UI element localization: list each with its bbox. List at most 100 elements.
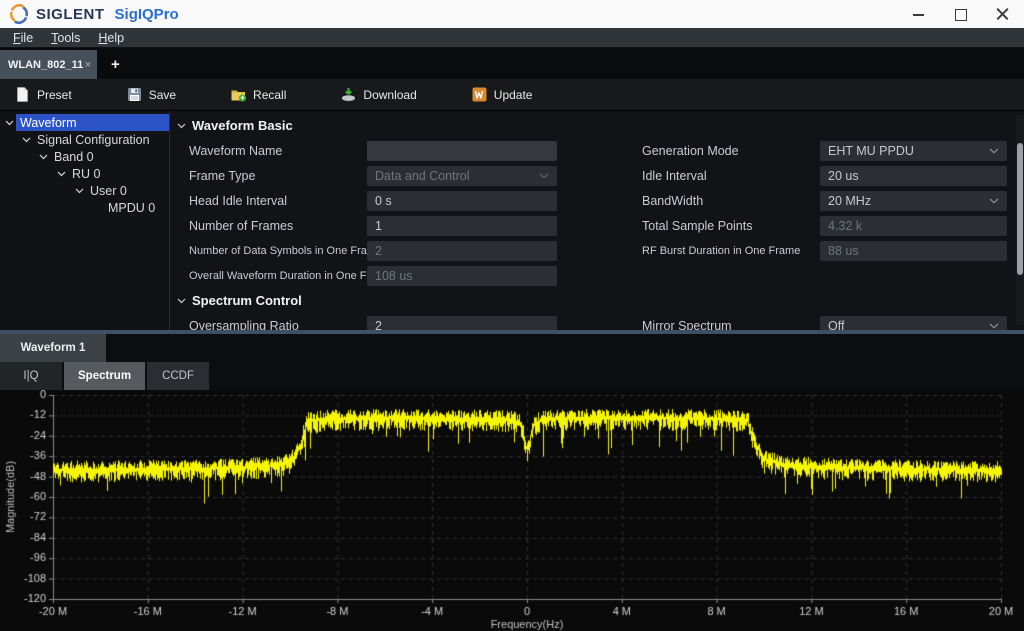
close-button[interactable] xyxy=(996,7,1010,21)
save-label: Save xyxy=(149,88,176,102)
preset-label: Preset xyxy=(37,88,72,102)
section-waveform-basic[interactable]: Waveform Basic xyxy=(170,112,1007,140)
chevron-down-icon[interactable] xyxy=(54,167,68,181)
total-sample-points-label: Total Sample Points xyxy=(557,219,820,233)
frame-type-label: Frame Type xyxy=(170,169,367,183)
chevron-down-icon[interactable] xyxy=(72,184,86,198)
generation-mode-label: Generation Mode xyxy=(557,144,820,158)
waveform-name-input[interactable] xyxy=(367,141,557,161)
tree-item-user-0[interactable]: User 0 xyxy=(0,182,169,199)
bandwidth-label: BandWidth xyxy=(557,194,820,208)
recall-button[interactable]: Recall xyxy=(220,82,296,107)
menu-bar: File Tools Help xyxy=(0,28,1024,48)
tree-item-ru-0[interactable]: RU 0 xyxy=(0,165,169,182)
rf-burst-label: RF Burst Duration in One Frame xyxy=(557,245,820,257)
toolbar: Preset Save Recall xyxy=(0,79,1024,111)
tree-item-signal-configuration[interactable]: Signal Configuration xyxy=(0,131,169,148)
mirror-spectrum-label: Mirror Spectrum xyxy=(557,319,820,331)
rf-burst-input xyxy=(820,241,1007,261)
tree-label: RU 0 xyxy=(72,167,100,181)
frame-type-select: Data and Control xyxy=(367,166,557,186)
selected-value: Off xyxy=(828,319,844,331)
chevron-down-icon xyxy=(539,173,549,179)
waveform-name-label: Waveform Name xyxy=(170,144,367,158)
recall-label: Recall xyxy=(253,88,286,102)
chevron-down-icon xyxy=(177,298,186,304)
siglent-logo-icon xyxy=(8,3,30,25)
brand-text: SIGLENT xyxy=(36,6,105,23)
idle-interval-label: Idle Interval xyxy=(557,169,820,183)
title-bar: SIGLENT SigIQPro xyxy=(0,0,1024,28)
spectrum-canvas[interactable] xyxy=(0,390,1024,630)
chevron-down-icon[interactable] xyxy=(36,150,50,164)
overall-duration-input xyxy=(367,266,557,286)
tree-item-mpdu-0[interactable]: MPDU 0 xyxy=(0,199,169,216)
save-button[interactable]: Save xyxy=(116,82,186,107)
number-of-frames-label: Number of Frames xyxy=(170,219,367,233)
menu-file[interactable]: File xyxy=(4,31,42,45)
head-idle-interval-input[interactable] xyxy=(367,191,557,211)
tree-label: Band 0 xyxy=(54,150,94,164)
config-tree: Waveform Signal Configuration Band 0 RU … xyxy=(0,111,170,330)
document-icon xyxy=(14,86,31,103)
data-symbols-label: Number of Data Symbols in One Frame xyxy=(170,245,367,257)
tab-ccdf[interactable]: CCDF xyxy=(147,362,209,390)
update-button[interactable]: Update xyxy=(461,82,543,107)
menu-help[interactable]: Help xyxy=(89,31,133,45)
chevron-down-icon xyxy=(989,198,999,204)
total-sample-points-input xyxy=(820,216,1007,236)
maximize-button[interactable] xyxy=(954,7,968,21)
minimize-button[interactable] xyxy=(912,7,926,21)
view-tab-row: I|Q Spectrum CCDF xyxy=(0,362,1024,390)
bandwidth-select[interactable]: 20 MHz xyxy=(820,191,1007,211)
form-panel: Waveform Basic Waveform Name Generation … xyxy=(170,111,1024,330)
sigiqpro-window: SIGLENT SigIQPro File Tools Help WLAN_80… xyxy=(0,0,1024,631)
download-icon xyxy=(340,86,357,103)
document-tab-bar: WLAN_802_11be × + xyxy=(0,48,1024,79)
head-idle-interval-label: Head Idle Interval xyxy=(170,194,367,208)
selected-value: 20 MHz xyxy=(828,194,871,208)
update-icon xyxy=(471,86,488,103)
preset-button[interactable]: Preset xyxy=(4,82,82,107)
tab-waveform-1[interactable]: Waveform 1 xyxy=(0,334,106,362)
app-name: SigIQPro xyxy=(115,6,179,23)
form-scrollbar[interactable] xyxy=(1016,115,1024,325)
scrollbar-thumb[interactable] xyxy=(1017,143,1023,275)
tree-label: Waveform xyxy=(20,116,77,130)
tab-iq[interactable]: I|Q xyxy=(0,362,62,390)
mirror-spectrum-select[interactable]: Off xyxy=(820,316,1007,331)
menu-tools[interactable]: Tools xyxy=(42,31,89,45)
tree-label: User 0 xyxy=(90,184,127,198)
floppy-icon xyxy=(126,86,143,103)
update-label: Update xyxy=(494,88,533,102)
section-spectrum-control[interactable]: Spectrum Control xyxy=(170,287,1007,315)
download-button[interactable]: Download xyxy=(330,82,426,107)
waveform-tab-row: Waveform 1 xyxy=(0,334,1024,362)
chevron-down-icon[interactable] xyxy=(2,116,16,130)
chevron-down-icon xyxy=(989,323,999,329)
selected-value: Data and Control xyxy=(375,169,470,183)
selected-value: EHT MU PPDU xyxy=(828,144,914,158)
generation-mode-select[interactable]: EHT MU PPDU xyxy=(820,141,1007,161)
tab-wlan-802-11be[interactable]: WLAN_802_11be × xyxy=(0,50,97,79)
tab-close-icon[interactable]: × xyxy=(85,59,91,71)
number-of-frames-input[interactable] xyxy=(367,216,557,236)
data-symbols-input xyxy=(367,241,557,261)
folder-icon xyxy=(230,86,247,103)
chevron-down-icon xyxy=(177,123,186,129)
overall-duration-label: Overall Waveform Duration in One Frame xyxy=(170,270,367,282)
tab-label: WLAN_802_11be xyxy=(8,59,83,71)
oversampling-ratio-label: Oversampling Ratio xyxy=(170,319,367,331)
tree-label: Signal Configuration xyxy=(37,133,150,147)
tab-spectrum[interactable]: Spectrum xyxy=(64,362,145,390)
tree-item-waveform[interactable]: Waveform xyxy=(0,114,169,131)
oversampling-ratio-input[interactable] xyxy=(367,316,557,331)
section-title: Spectrum Control xyxy=(192,293,302,308)
main-panel: Waveform Signal Configuration Band 0 RU … xyxy=(0,111,1024,330)
download-label: Download xyxy=(363,88,416,102)
tree-item-band-0[interactable]: Band 0 xyxy=(0,148,169,165)
chevron-down-icon[interactable] xyxy=(19,133,33,147)
idle-interval-input[interactable] xyxy=(820,166,1007,186)
new-tab-button[interactable]: + xyxy=(111,56,120,73)
tree-label: MPDU 0 xyxy=(108,201,155,215)
